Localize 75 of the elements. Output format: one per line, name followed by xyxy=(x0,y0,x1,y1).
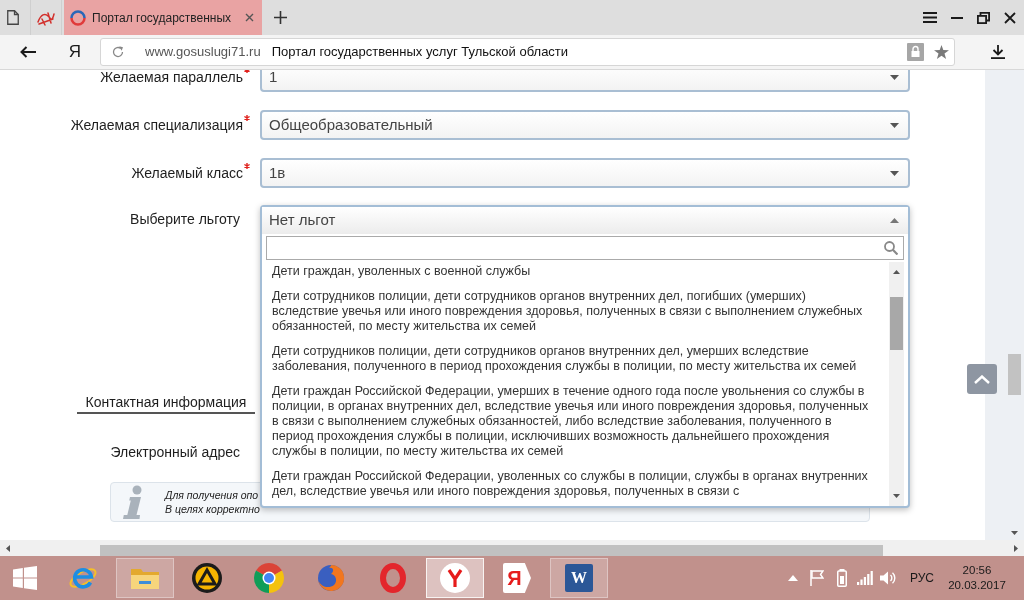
scribble-icon xyxy=(36,9,56,26)
caret-down-icon xyxy=(890,74,899,80)
dropdown-option[interactable]: Дети сотрудников полиции, дети сотрудников органов внутренних дел, погибших (умерших) вследствие увечья или иного повреждения здоровья, полученных в связи с выполнением служебных обязанностей, по месту жительства их семей xyxy=(266,284,889,339)
select-field[interactable]: Общеобразовательный xyxy=(260,110,910,140)
field-label: Желаемый класс xyxy=(131,163,243,183)
section-heading: Контактная информация xyxy=(77,394,255,414)
folder-icon xyxy=(130,566,160,590)
select-field[interactable]: Нет льгот xyxy=(262,207,908,234)
chevron-up-icon[interactable] xyxy=(787,575,798,581)
caret-up-icon xyxy=(890,218,899,223)
reload-icon[interactable] xyxy=(112,46,124,58)
search-icon xyxy=(884,241,898,255)
language-indicator[interactable]: РУС xyxy=(909,569,934,587)
page-title: Портал государственных услуг Тульской области xyxy=(271,43,569,62)
tab[interactable] xyxy=(30,0,62,35)
chevron-up-icon xyxy=(974,374,990,384)
pinwheel-circle-icon xyxy=(254,563,284,593)
ring-icon xyxy=(380,563,406,593)
letter-logo: Я xyxy=(503,563,531,593)
speaker-icon[interactable] xyxy=(879,571,896,585)
clock-time[interactable]: 20:56 xyxy=(962,563,992,578)
star-icon[interactable] xyxy=(934,45,949,59)
scroll-right-icon[interactable] xyxy=(1014,544,1018,552)
field-label: Электронный адрес xyxy=(110,442,240,462)
scrollbar-thumb[interactable] xyxy=(100,545,883,556)
battery-icon[interactable] xyxy=(836,569,847,587)
restore-icon[interactable] xyxy=(977,11,990,24)
y-disc-icon xyxy=(440,563,470,593)
scroll-up-icon[interactable] xyxy=(893,270,900,274)
menu-icon[interactable] xyxy=(923,12,937,23)
logo-button[interactable]: Я xyxy=(62,38,88,66)
horizontal-scrollbar[interactable] xyxy=(0,540,1024,556)
minimize-icon[interactable] xyxy=(951,16,963,19)
clock-date[interactable]: 20.03.2017 xyxy=(948,578,1006,593)
taskbar-button[interactable] xyxy=(426,558,484,598)
field-label: Выберите льготу xyxy=(130,209,240,229)
scroll-down-icon[interactable] xyxy=(893,494,900,498)
triangle-disc-icon xyxy=(192,563,222,593)
address-field[interactable]: www.gosuslugi71.ru Портал государственных услуг Тульской области xyxy=(100,38,955,66)
scrollbar-thumb[interactable] xyxy=(890,297,903,350)
search-field[interactable] xyxy=(266,236,904,260)
notice-text: В целях корректно xyxy=(165,502,260,516)
dropdown-option[interactable]: Дети сотрудников полиции, дети сотрудников органов внутренних дел, умерших вследствие заболевания, полученного в период прохождения службы в полиции, по месту жительства их семей xyxy=(266,339,889,379)
taskbar-button[interactable]: Я xyxy=(488,558,546,598)
list-scrollbar[interactable] xyxy=(889,262,904,506)
flag-icon[interactable] xyxy=(809,570,824,586)
vertical-scrollbar[interactable] xyxy=(1005,70,1024,540)
dropdown-option[interactable]: Дети граждан Российской Федерации, уволенных со службы в полиции, службы в органах внутренних дел, вследствие увечья или иного повреждения здоровья, полученных в связи с xyxy=(266,464,889,504)
caret-down-icon xyxy=(890,122,899,128)
tab[interactable]: Портал государственных xyxy=(64,0,262,35)
dropdown-option[interactable]: Дети граждан Российской Федерации, умерших в течение одного года после увольнения со службы в полиции, в органах внутренних дел, вследствие увечья или иного повреждения здоровья, полученных в связи с выполнением служебных обязанностей, либо вследствие заболевания, полученного в период прохождения службы в полиции, исключивших возможность дальнейшего прохождения службы в полиции, по месту жительства их семей xyxy=(266,379,889,464)
url-text: www.gosuslugi71.ru xyxy=(145,43,261,62)
field-label: Желаемая специализация xyxy=(70,115,243,135)
signal-icon[interactable] xyxy=(856,571,873,585)
scroll-left-icon[interactable] xyxy=(6,544,10,552)
field-label: Желаемая параллель xyxy=(100,70,243,87)
notice-text: Для получения опо xyxy=(165,488,260,502)
start-icon xyxy=(13,566,37,590)
download-icon[interactable] xyxy=(991,45,1005,59)
taskbar-button[interactable]: W xyxy=(550,558,608,598)
plus-icon[interactable] xyxy=(274,11,287,24)
ring-logo-icon xyxy=(70,9,86,26)
back-arrow-icon xyxy=(20,46,36,58)
page-icon xyxy=(6,10,19,25)
scroll-top-button[interactable] xyxy=(967,364,997,394)
caret-down-icon xyxy=(890,170,899,176)
scroll-down-icon[interactable] xyxy=(1011,531,1018,535)
swirl-globe-icon xyxy=(316,563,346,593)
scrollbar-thumb[interactable] xyxy=(1008,354,1021,395)
lock-icon[interactable] xyxy=(907,43,924,61)
letter-logo: W xyxy=(565,564,593,592)
dropdown-option[interactable]: Дети граждан, уволенных с военной службы xyxy=(266,262,889,284)
select-field[interactable]: 1 xyxy=(260,70,910,92)
select-field[interactable]: 1в xyxy=(260,158,910,188)
close-icon[interactable] xyxy=(1004,11,1016,24)
